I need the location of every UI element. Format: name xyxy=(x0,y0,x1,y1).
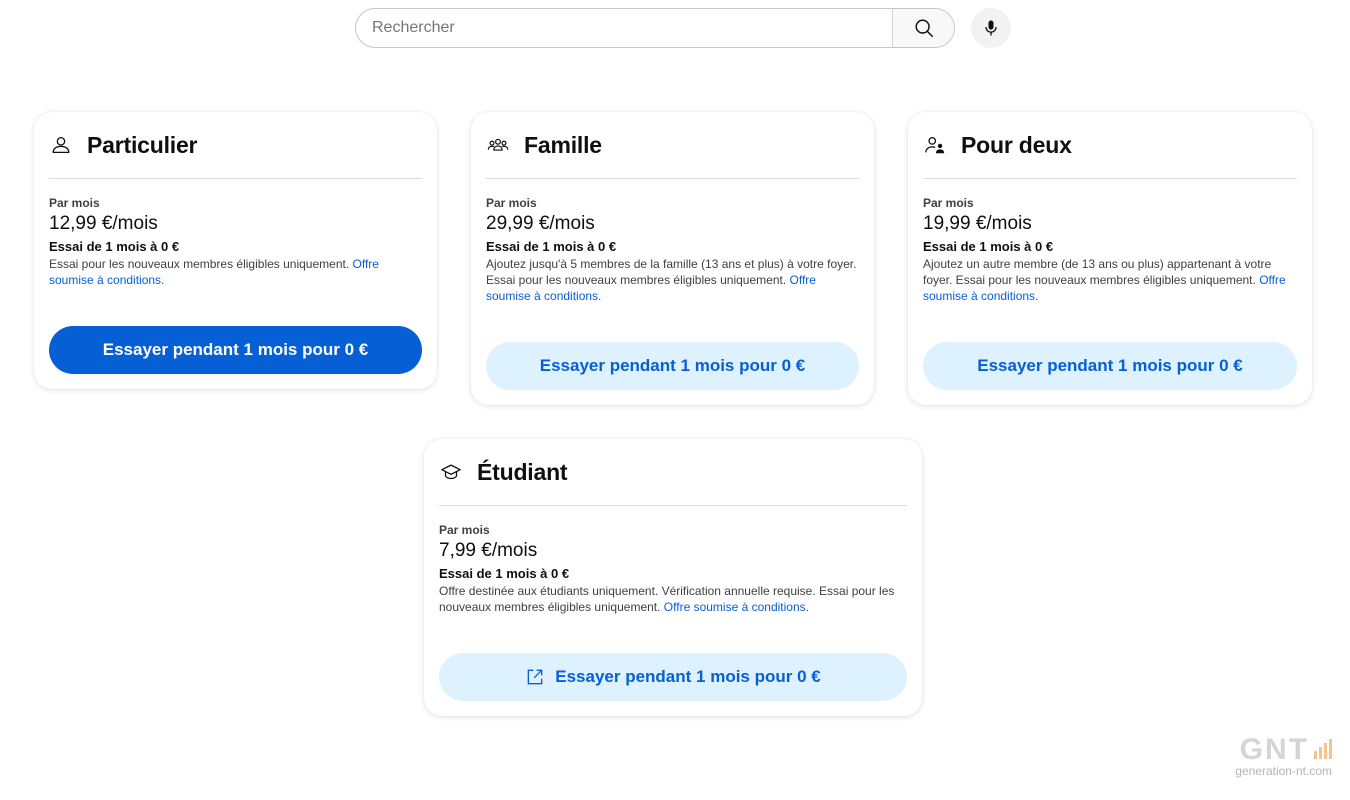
plan-card-individual: Particulier Par mois 12,99 €/mois Essai … xyxy=(34,112,437,389)
plan-description: Ajoutez un autre membre (de 13 ans ou pl… xyxy=(923,256,1297,304)
graduation-cap-icon xyxy=(439,460,463,484)
cta-label: Essayer pendant 1 mois pour 0 € xyxy=(539,356,806,375)
plan-title: Étudiant xyxy=(477,458,568,485)
billing-period: Par mois xyxy=(923,196,974,210)
plan-description: Essai pour les nouveaux membres éligible… xyxy=(49,256,422,288)
card-header: Particulier xyxy=(49,112,422,179)
trial-offer: Essai de 1 mois à 0 € xyxy=(486,239,617,254)
billing-period: Par mois xyxy=(439,523,490,537)
plan-description: Offre destinée aux étudiants uniquement.… xyxy=(439,583,907,615)
search-icon xyxy=(914,19,933,37)
card-body: Par mois 7,99 €/mois Essai de 1 mois à 0… xyxy=(439,506,907,615)
card-body: Par mois 29,99 €/mois Essai de 1 mois à … xyxy=(486,179,859,304)
card-header: Famille xyxy=(486,112,859,179)
try-duo-button[interactable]: Essayer pendant 1 mois pour 0 € xyxy=(923,342,1297,390)
plan-title: Particulier xyxy=(87,131,198,158)
plan-card-family: Famille Par mois 29,99 €/mois Essai de 1… xyxy=(471,112,874,405)
plan-price: 12,99 €/mois xyxy=(49,213,158,234)
person-icon xyxy=(49,133,73,157)
card-header: Pour deux xyxy=(923,112,1297,179)
plan-title: Pour deux xyxy=(961,131,1072,158)
search-input[interactable] xyxy=(356,9,892,47)
cta-label: Essayer pendant 1 mois pour 0 € xyxy=(977,356,1243,375)
trial-offer: Essai de 1 mois à 0 € xyxy=(923,239,1054,254)
watermark-logo: GNT xyxy=(1235,735,1332,765)
group-icon xyxy=(486,133,510,157)
watermark: GNT generation-nt.com xyxy=(1235,735,1332,778)
try-student-button[interactable]: Essayer pendant 1 mois pour 0 € xyxy=(439,653,907,701)
search-button[interactable] xyxy=(892,9,954,47)
signal-bars-icon xyxy=(1312,736,1332,764)
try-individual-button[interactable]: Essayer pendant 1 mois pour 0 € xyxy=(49,326,422,374)
plan-card-student: Étudiant Par mois 7,99 €/mois Essai de 1… xyxy=(424,439,922,716)
card-body: Par mois 19,99 €/mois Essai de 1 mois à … xyxy=(923,179,1297,304)
external-link-icon xyxy=(525,667,545,687)
watermark-site: generation-nt.com xyxy=(1235,764,1332,778)
two-people-icon xyxy=(923,133,947,157)
description-text: Ajoutez un autre membre (de 13 ans ou pl… xyxy=(923,257,1272,287)
try-family-button[interactable]: Essayer pendant 1 mois pour 0 € xyxy=(486,342,859,390)
search-bar xyxy=(355,8,955,48)
plan-description: Ajoutez jusqu'à 5 membres de la famille … xyxy=(486,256,859,304)
conditions-link[interactable]: Offre soumise à conditions. xyxy=(664,600,809,614)
trial-offer: Essai de 1 mois à 0 € xyxy=(49,239,180,254)
billing-period: Par mois xyxy=(486,196,537,210)
card-header: Étudiant xyxy=(439,439,907,506)
cta-label: Essayer pendant 1 mois pour 0 € xyxy=(102,340,369,359)
description-text: Essai pour les nouveaux membres éligible… xyxy=(49,257,353,271)
card-body: Par mois 12,99 €/mois Essai de 1 mois à … xyxy=(49,179,422,288)
microphone-icon xyxy=(985,20,997,36)
plan-price: 7,99 €/mois xyxy=(439,540,538,561)
page: Particulier Par mois 12,99 €/mois Essai … xyxy=(0,0,1350,800)
cta-label: Essayer pendant 1 mois pour 0 € xyxy=(555,667,821,686)
plan-price: 19,99 €/mois xyxy=(923,213,1032,234)
plan-price: 29,99 €/mois xyxy=(486,213,595,234)
voice-search-button[interactable] xyxy=(971,8,1011,48)
billing-period: Par mois xyxy=(49,196,100,210)
trial-offer: Essai de 1 mois à 0 € xyxy=(439,566,570,581)
plan-card-duo: Pour deux Par mois 19,99 €/mois Essai de… xyxy=(908,112,1312,405)
plan-title: Famille xyxy=(524,131,602,158)
